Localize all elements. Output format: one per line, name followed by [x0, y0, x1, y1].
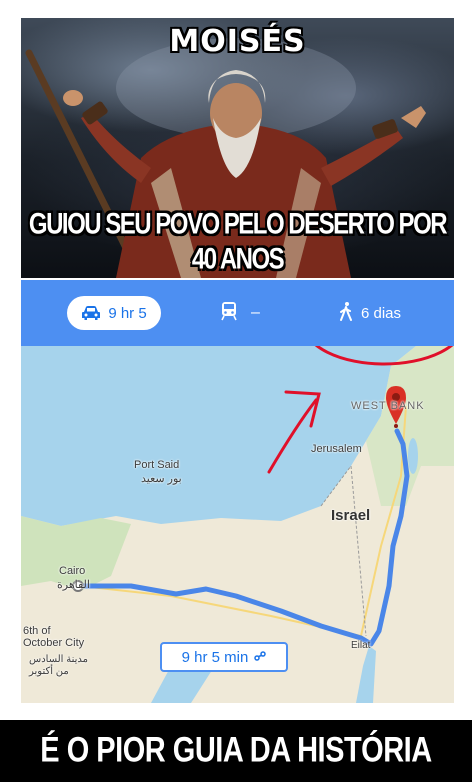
map-label-cairo: Cairo [59, 565, 86, 577]
route-options-icon [254, 649, 267, 666]
walking-person-icon [339, 301, 353, 325]
middle-caption: GUIOU SEU POVO PELO DESERTO POR 40 ANOS [28, 207, 448, 276]
map-label-6th-of-october-city-arabic: مدينة السادس من أكتوبر [29, 654, 88, 677]
map-label-israel: Israel [331, 507, 371, 524]
travel-mode-bar: 9 hr 5 – 6 dias [21, 280, 454, 346]
transit-duration: – [251, 304, 260, 321]
car-icon [81, 305, 101, 321]
meme-image: MOISÉS GUIOU SEU POVO PELO DESERTO POR 4… [0, 0, 472, 782]
route-duration-chip[interactable]: 9 hr 5 min [160, 642, 288, 672]
map-label-eilat: Eilat [351, 640, 371, 651]
transit-mode-tab[interactable]: – [221, 300, 260, 326]
map-label-port-said-arabic: بور سعيد [141, 473, 182, 485]
map-label-cairo-arabic: القاهرة [57, 579, 90, 591]
directions-map: 9 hr 5 – 6 dias WEST BANK Jerusalem Isra… [21, 280, 454, 703]
bottom-caption-bar: É O PIOR GUIA DA HISTÓRIA [0, 720, 472, 782]
map-label-6th-of-october-city: 6th of October City [23, 625, 85, 649]
moses-photo: MOISÉS GUIOU SEU POVO PELO DESERTO POR 4… [21, 18, 454, 278]
drive-mode-tab[interactable]: 9 hr 5 [67, 296, 161, 330]
annotation-arrow [267, 390, 321, 474]
top-caption: MOISÉS [169, 24, 306, 59]
map-label-port-said: Port Said [134, 459, 180, 471]
train-icon [221, 301, 237, 326]
walk-duration: 6 dias [361, 304, 402, 322]
route-duration-label: 9 hr 5 min [181, 648, 249, 666]
map-label-jerusalem: Jerusalem [311, 443, 362, 455]
map-label-west-bank: WEST BANK [351, 400, 425, 412]
bottom-caption: É O PIOR GUIA DA HISTÓRIA [40, 731, 432, 770]
drive-duration: 9 hr 5 [108, 304, 147, 322]
walk-mode-tab[interactable]: 6 dias [339, 300, 401, 326]
